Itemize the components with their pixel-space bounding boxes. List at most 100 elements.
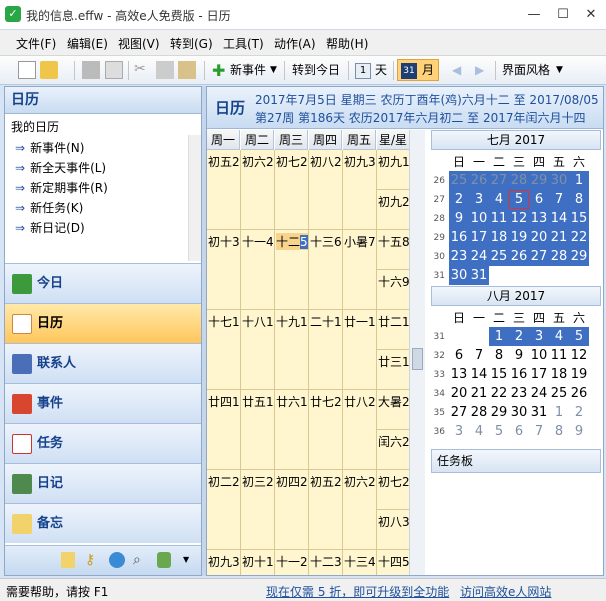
- mini-day[interactable]: 7: [529, 422, 549, 441]
- day-cell[interactable]: 初六27: [241, 150, 275, 230]
- mini-day[interactable]: 30: [449, 266, 469, 285]
- nav-today[interactable]: 今日: [5, 263, 201, 303]
- mini-day[interactable]: 22: [489, 384, 509, 403]
- website-link[interactable]: 访问高效e人网站: [460, 583, 551, 600]
- mini-day[interactable]: 18: [549, 365, 569, 384]
- key-icon[interactable]: ⚷: [85, 552, 99, 568]
- mini-day[interactable]: 15: [569, 209, 589, 228]
- mini-day[interactable]: 19: [569, 365, 589, 384]
- task-pane[interactable]: 任务板: [431, 449, 601, 473]
- menu-view[interactable]: 视图(V): [118, 35, 160, 52]
- mini-day[interactable]: 31: [529, 403, 549, 422]
- mini-day[interactable]: 1: [569, 171, 589, 190]
- mini-day[interactable]: 28: [509, 171, 529, 190]
- mini-day[interactable]: 5: [489, 422, 509, 441]
- action-new-allday-event[interactable]: ⇒ 新全天事件(L): [15, 159, 106, 176]
- minimize-button[interactable]: —: [524, 6, 544, 24]
- weekend-cell[interactable]: 十四5: [377, 550, 409, 575]
- paste-icon[interactable]: [178, 61, 196, 79]
- go-today-button[interactable]: 转到今日: [292, 60, 340, 81]
- day-cell[interactable]: 廿七20: [309, 390, 343, 470]
- mini-day[interactable]: 14: [469, 365, 489, 384]
- day-cell[interactable]: 初十1: [241, 550, 275, 575]
- day-cell[interactable]: 廿八21: [343, 390, 377, 470]
- weekend-cell[interactable]: 初九1: [377, 150, 409, 190]
- action-new-event[interactable]: ⇒ 新事件(N): [15, 139, 84, 156]
- actions-scrollbar[interactable]: [188, 135, 201, 261]
- mini-day[interactable]: 20: [529, 228, 549, 247]
- mini-day[interactable]: 9: [449, 209, 469, 228]
- menu-file[interactable]: 文件(F): [16, 35, 56, 52]
- mini-day[interactable]: 5: [569, 327, 589, 346]
- mini-day[interactable]: 1: [489, 327, 509, 346]
- nav-events[interactable]: 事件: [5, 383, 201, 423]
- mini-day[interactable]: 29: [489, 403, 509, 422]
- day-cell[interactable]: 十一2: [275, 550, 309, 575]
- mini-day[interactable]: 21: [549, 228, 569, 247]
- mini-day[interactable]: 3: [469, 190, 489, 209]
- mini-day[interactable]: 8: [489, 346, 509, 365]
- day-cell[interactable]: 十三6: [309, 230, 343, 310]
- day-cell[interactable]: 初六28: [343, 470, 377, 550]
- close-button[interactable]: ✕: [581, 6, 601, 24]
- nav-tasks[interactable]: 任务: [5, 423, 201, 463]
- mini-day[interactable]: 27: [449, 403, 469, 422]
- weekend-cell[interactable]: 闰六23: [377, 430, 409, 470]
- mini-day[interactable]: 3: [529, 327, 549, 346]
- mini-day[interactable]: 3: [449, 422, 469, 441]
- mini-day[interactable]: 23: [509, 384, 529, 403]
- day-cell[interactable]: 十八11: [241, 310, 275, 390]
- mini-day[interactable]: 17: [469, 228, 489, 247]
- weekend-cell[interactable]: 初七29: [377, 470, 409, 510]
- day-cell[interactable]: 十一4: [241, 230, 275, 310]
- chevron-down-icon[interactable]: ▼: [556, 60, 563, 81]
- menu-actions[interactable]: 动作(A): [274, 35, 316, 52]
- grid-scrollbar[interactable]: [409, 130, 425, 575]
- print-icon[interactable]: [82, 61, 100, 79]
- note-icon[interactable]: [61, 552, 75, 568]
- day-cell[interactable]: 初五26: [207, 150, 241, 230]
- chevron-down-icon[interactable]: ▼: [183, 555, 189, 564]
- mini-day[interactable]: 15: [489, 365, 509, 384]
- new-document-icon[interactable]: [18, 61, 36, 79]
- mini-day[interactable]: 4: [489, 190, 509, 209]
- mini-day[interactable]: 12: [569, 346, 589, 365]
- next-icon[interactable]: ▶: [475, 60, 484, 81]
- mini-day[interactable]: 9: [569, 422, 589, 441]
- mini-day[interactable]: 16: [509, 365, 529, 384]
- mini-day[interactable]: 26: [569, 384, 589, 403]
- day-cell[interactable]: 十九12: [275, 310, 309, 390]
- scroll-thumb[interactable]: [412, 348, 423, 370]
- mini-day[interactable]: 8: [549, 422, 569, 441]
- mini-day[interactable]: 1: [549, 403, 569, 422]
- search-icon[interactable]: ⌕: [133, 552, 147, 568]
- mini-day[interactable]: 24: [529, 384, 549, 403]
- day-cell[interactable]: 廿五18: [241, 390, 275, 470]
- weekend-cell[interactable]: 廿二15: [377, 310, 409, 350]
- day-cell[interactable]: 十七10: [207, 310, 241, 390]
- nav-calendar[interactable]: 日历: [5, 303, 201, 343]
- cut-icon[interactable]: ✂: [134, 61, 152, 79]
- mini-day[interactable]: 10: [469, 209, 489, 228]
- mini-day[interactable]: 2: [449, 190, 469, 209]
- day-cell[interactable]: 廿一14: [343, 310, 377, 390]
- mini-day[interactable]: 30: [509, 403, 529, 422]
- weekend-cell[interactable]: 廿三16: [377, 350, 409, 390]
- menu-tools[interactable]: 工具(T): [223, 35, 264, 52]
- mini-day[interactable]: 9: [509, 346, 529, 365]
- mini-day[interactable]: 11: [489, 209, 509, 228]
- day-cell[interactable]: 初九31: [207, 550, 241, 575]
- day-cell[interactable]: 小暑7: [343, 230, 377, 310]
- print-preview-icon[interactable]: [105, 61, 123, 79]
- mini-day[interactable]: 30: [549, 171, 569, 190]
- mini-day[interactable]: 19: [509, 228, 529, 247]
- mini-day[interactable]: 26: [509, 247, 529, 266]
- weekend-cell[interactable]: 大暑22: [377, 390, 409, 430]
- mini-day[interactable]: 10: [529, 346, 549, 365]
- day-cell[interactable]: 廿四17: [207, 390, 241, 470]
- mini-day[interactable]: 2: [509, 327, 529, 346]
- mini-day[interactable]: 25: [489, 247, 509, 266]
- mini-day[interactable]: 29: [569, 247, 589, 266]
- mini-day[interactable]: 7: [549, 190, 569, 209]
- new-item-button[interactable]: 新事件: [230, 60, 266, 81]
